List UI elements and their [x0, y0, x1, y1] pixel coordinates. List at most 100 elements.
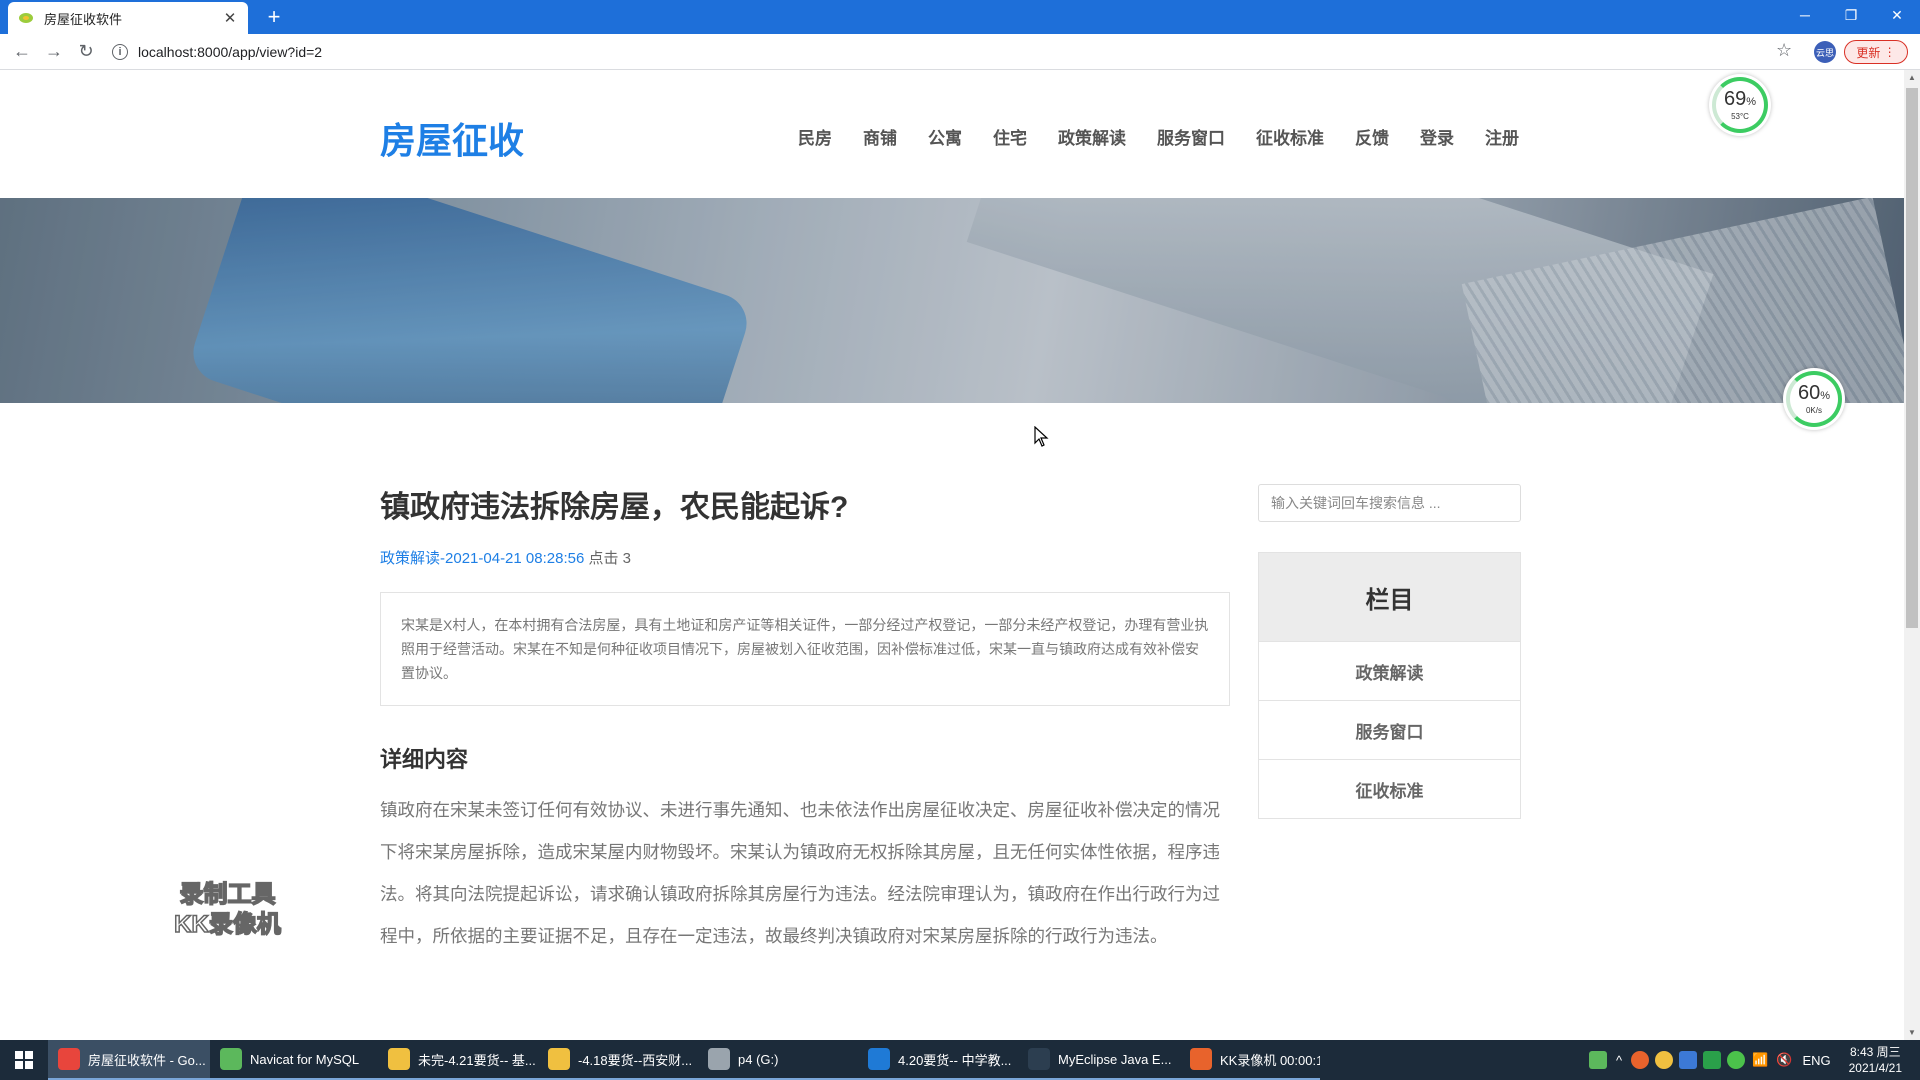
article-category[interactable]: 政策解读	[380, 550, 440, 567]
close-window-icon[interactable]: ✕	[1874, 0, 1920, 30]
tray-language[interactable]: ENG	[1802, 1053, 1830, 1068]
hero-banner-image	[0, 198, 1904, 403]
cpu-gauge-widget[interactable]: 69% 53°C	[1709, 74, 1771, 136]
nav-item-standards[interactable]: 征收标准	[1256, 124, 1324, 149]
category-item-standards[interactable]: 征收标准	[1259, 759, 1520, 818]
taskbar-item[interactable]: Navicat for MySQL	[210, 1040, 378, 1080]
url-text[interactable]: localhost:8000/app/view?id=2	[138, 44, 322, 60]
restore-icon[interactable]: ❐	[1828, 0, 1874, 30]
browser-tab[interactable]: 房屋征收软件 ✕	[8, 2, 248, 34]
watermark-line1: 录制工具	[179, 880, 277, 909]
article-title: 镇政府违法拆除房屋，农民能起诉?	[380, 491, 849, 524]
taskbar-item-label: Navicat for MySQL	[250, 1051, 360, 1067]
minimize-icon[interactable]: ─	[1782, 0, 1828, 30]
tab-title: 房屋征收软件	[44, 11, 123, 27]
taskbar-item-label: KK录像机 00:00:12	[1220, 1052, 1320, 1068]
scroll-down-icon[interactable]: ▼	[1906, 1028, 1918, 1037]
detail-body: 镇政府在宋某未签订任何有效协议、未进行事先通知、也未依法作出房屋征收决定、房屋征…	[380, 800, 1220, 946]
site-header: 房屋征收 民房 商铺 公寓 住宅 政策解读 服务窗口 征收标准 反馈 登录 注册	[0, 70, 1904, 198]
taskbar-item-label: -4.18要货--西安财...	[578, 1052, 693, 1068]
kk-recorder-icon	[1190, 1048, 1212, 1070]
chrome-icon	[58, 1048, 80, 1070]
close-tab-icon[interactable]: ✕	[222, 9, 238, 27]
taskbar-item[interactable]: -4.18要货--西安财...	[538, 1040, 698, 1080]
article-meta: 政策解读-2021-04-21 08:28:56 点击 3	[380, 547, 631, 568]
page-viewport: 房屋征收 民房 商铺 公寓 住宅 政策解读 服务窗口 征收标准 反馈 登录 注册…	[0, 70, 1904, 1040]
extension-icon[interactable]: 云思	[1814, 41, 1836, 63]
network-gauge-widget[interactable]: 60% 0K/s	[1783, 368, 1845, 430]
article-summary: 宋某是X村人，在本村拥有合法房屋，具有土地证和房产证等相关证件，一部分经过产权登…	[380, 592, 1230, 706]
taskbar-item[interactable]: KK录像机 00:00:12	[1180, 1040, 1320, 1080]
clicks-label: 点击	[588, 550, 619, 567]
watermark-line2: KK录像机	[173, 910, 281, 939]
category-item-policy[interactable]: 政策解读	[1259, 641, 1520, 700]
new-tab-button[interactable]: +	[262, 5, 286, 29]
taskbar-item[interactable]: p4 (G:)	[698, 1040, 858, 1080]
tray-volume-muted-icon[interactable]: 🔇	[1776, 1052, 1792, 1068]
browser-tab-strip: 房屋征收软件 ✕ + ─ ❐ ✕	[0, 0, 1920, 34]
windows-start-icon[interactable]	[0, 1040, 48, 1080]
tray-expand-icon[interactable]: ^	[1616, 1053, 1622, 1068]
clicks-count: 3	[622, 550, 632, 567]
nav-item-service[interactable]: 服务窗口	[1157, 124, 1225, 149]
recorder-watermark: 录制工具 KK录像机	[160, 880, 295, 940]
tray-nvidia-icon[interactable]	[1703, 1051, 1722, 1069]
clock-time: 8:43 周三	[1849, 1045, 1901, 1059]
clock-date: 2021/4/21	[1848, 1061, 1902, 1075]
article-datetime: 2021-04-21 08:28:56	[445, 550, 585, 567]
tray-battery-icon[interactable]	[1588, 1051, 1607, 1069]
leaf-icon	[19, 13, 33, 23]
taskbar-item-label: MyEclipse Java E...	[1058, 1051, 1172, 1067]
folder-icon	[388, 1048, 410, 1070]
url-field[interactable]: i localhost:8000/app/view?id=2	[112, 38, 1792, 66]
gauge1-value: 69	[1723, 88, 1747, 110]
info-icon[interactable]: i	[112, 44, 128, 60]
myeclipse-icon	[1028, 1048, 1050, 1070]
nav-item-login[interactable]: 登录	[1420, 124, 1454, 149]
taskbar-item[interactable]: 未完-4.21要货-- 基...	[378, 1040, 538, 1080]
main-nav: 民房 商铺 公寓 住宅 政策解读 服务窗口 征收标准 反馈 登录 注册	[798, 124, 1550, 149]
nav-item-zhuzhai[interactable]: 住宅	[993, 124, 1027, 149]
taskbar-item-label: 未完-4.21要货-- 基...	[418, 1052, 536, 1068]
back-arrow-icon[interactable]: ←	[6, 36, 38, 68]
taskbar-item[interactable]: 4.20要货-- 中学教...	[858, 1040, 1018, 1080]
taskbar-item[interactable]: 房屋征收软件 - Go...	[48, 1040, 210, 1080]
update-button[interactable]: 更新 ⋮	[1844, 40, 1908, 64]
category-item-service[interactable]: 服务窗口	[1259, 700, 1520, 759]
gauge2-unit: %	[1820, 390, 1831, 402]
gauge2-value: 60	[1797, 382, 1821, 404]
category-panel: 栏目 政策解读 服务窗口 征收标准	[1258, 552, 1521, 819]
taskbar-item-label: 4.20要货-- 中学教...	[898, 1052, 1012, 1068]
windows-taskbar: 房屋征收软件 - Go... Navicat for MySQL 未完-4.21要货…	[0, 1040, 1920, 1080]
tray-network-icon[interactable]: 📶	[1752, 1052, 1768, 1068]
tray-shield-icon[interactable]	[1679, 1051, 1698, 1069]
taskbar-clock[interactable]: 8:43 周三 2021/4/21	[1849, 1044, 1902, 1076]
nav-item-shangpu[interactable]: 商铺	[863, 124, 897, 149]
detail-heading: 详细内容	[380, 747, 469, 772]
nav-item-policy[interactable]: 政策解读	[1058, 124, 1126, 149]
search-input[interactable]	[1258, 484, 1521, 522]
taskbar-item-label: 房屋征收软件 - Go...	[88, 1052, 206, 1068]
system-tray: ^ 📶 🔇 ENG 8:43 周三 2021/4/21	[1586, 1040, 1920, 1080]
forward-arrow-icon[interactable]: →	[38, 36, 70, 68]
site-logo[interactable]: 房屋征收	[380, 112, 524, 164]
taskbar-item[interactable]: MyEclipse Java E...	[1018, 1040, 1180, 1080]
folder-icon	[548, 1048, 570, 1070]
tray-app-icon[interactable]	[1631, 1051, 1650, 1069]
nav-item-minfang[interactable]: 民房	[798, 124, 832, 149]
address-toolbar: ← → ↻ i localhost:8000/app/view?id=2 ☆ 云…	[0, 34, 1920, 70]
tray-wechat-icon[interactable]	[1727, 1051, 1746, 1069]
navicat-icon	[220, 1048, 242, 1070]
tray-security-icon[interactable]	[1655, 1051, 1674, 1069]
nav-item-feedback[interactable]: 反馈	[1355, 124, 1389, 149]
gauge2-sub: 0K/s	[1805, 406, 1822, 415]
taskbar-item-label: p4 (G:)	[738, 1051, 779, 1067]
nav-item-register[interactable]: 注册	[1485, 124, 1519, 149]
nav-item-gongyu[interactable]: 公寓	[928, 124, 962, 149]
drive-icon	[708, 1048, 730, 1070]
reload-icon[interactable]: ↻	[70, 36, 102, 68]
scrollbar-thumb[interactable]	[1906, 88, 1918, 628]
category-heading: 栏目	[1259, 553, 1520, 641]
bookmark-star-icon[interactable]: ☆	[1776, 40, 1792, 61]
scroll-up-icon[interactable]: ▲	[1906, 73, 1918, 82]
